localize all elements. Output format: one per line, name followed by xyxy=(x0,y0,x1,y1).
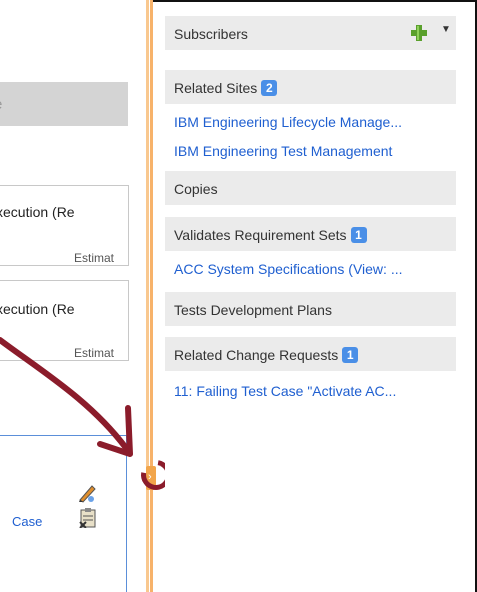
disabled-field-text: e xyxy=(0,96,2,113)
execution-header: xecution (Re xyxy=(0,301,75,317)
section-title: Validates Requirement Sets 1 xyxy=(174,227,367,243)
section-validates-requirement-sets[interactable]: Validates Requirement Sets 1 xyxy=(165,217,456,251)
editor-pane: e xecution (Re Estimat xecution (Re Esti… xyxy=(0,0,146,592)
add-subscriber-icon[interactable] xyxy=(411,25,427,46)
section-title: Subscribers xyxy=(174,26,248,42)
count-badge: 2 xyxy=(261,80,278,96)
section-title: Related Change Requests 1 xyxy=(174,347,359,363)
section-related-sites[interactable]: Related Sites 2 xyxy=(165,70,456,104)
section-title: Tests Development Plans xyxy=(174,302,332,318)
execution-table-1: xecution (Re xyxy=(0,185,129,227)
requirement-set-link[interactable]: ACC System Specifications (View: ... xyxy=(174,261,454,277)
chevron-down-icon[interactable]: ▼ xyxy=(441,24,451,35)
edit-pencil-icon[interactable] xyxy=(76,482,98,509)
execution-estimate-row-1: Estimat xyxy=(0,225,129,266)
section-copies[interactable]: Copies xyxy=(165,171,456,205)
change-request-link[interactable]: 11: Failing Test Case "Activate AC... xyxy=(174,383,454,399)
splitter-bar-edge[interactable] xyxy=(150,0,153,592)
clipboard-icon[interactable] xyxy=(78,508,98,533)
related-site-link[interactable]: IBM Engineering Lifecycle Manage... xyxy=(174,114,454,130)
section-subscribers[interactable]: Subscribers ▼ xyxy=(165,16,456,50)
execution-table-2: xecution (Re xyxy=(0,280,129,322)
estimate-label: Estimat xyxy=(74,251,115,265)
annotation-arrow-icon xyxy=(0,337,133,457)
section-title: Copies xyxy=(174,181,218,197)
count-badge: 1 xyxy=(350,227,367,243)
test-case-link[interactable]: Case xyxy=(12,514,42,529)
section-tests-development-plans[interactable]: Tests Development Plans xyxy=(165,292,456,326)
count-badge: 1 xyxy=(342,347,359,363)
section-title: Related Sites 2 xyxy=(174,80,278,96)
related-site-link[interactable]: IBM Engineering Test Management xyxy=(174,143,454,159)
links-panel: Subscribers ▼ Related Sites 2 IBM Enginee… xyxy=(165,16,456,592)
execution-header: xecution (Re xyxy=(0,204,75,220)
section-related-change-requests[interactable]: Related Change Requests 1 xyxy=(165,337,456,371)
disabled-field[interactable]: e xyxy=(0,82,128,126)
